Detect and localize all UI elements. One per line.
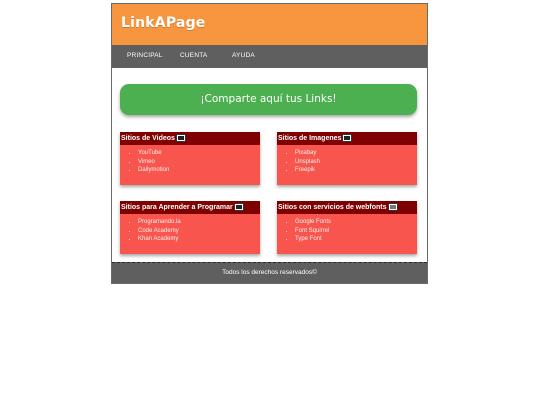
link-unsplash[interactable]: Unsplash bbox=[295, 158, 320, 167]
card-header: Sitios de Videos bbox=[120, 132, 260, 145]
card-title: Sitios con servicios de webfonts bbox=[278, 204, 387, 211]
card-header: Sitios para Aprender a Programar bbox=[120, 201, 260, 214]
link-type-font[interactable]: Type Font bbox=[295, 235, 331, 244]
card-programar: Sitios para Aprender a Programar Program… bbox=[120, 201, 260, 254]
site-footer: Todos los derechos reservados© bbox=[112, 262, 427, 283]
link-freepik[interactable]: Freepik bbox=[295, 166, 320, 175]
link-khan-academy[interactable]: Khan Academy bbox=[138, 235, 181, 244]
link-list: Pixabay Unsplash Freepik bbox=[277, 149, 320, 175]
card-webfonts: Sitios con servicios de webfonts Google … bbox=[277, 201, 417, 254]
link-dailymotion[interactable]: Dailymotion bbox=[138, 166, 169, 175]
site-logo[interactable]: LinkAPage bbox=[121, 15, 205, 31]
footer-text: Todos los derechos reservados© bbox=[222, 269, 317, 276]
link-programando[interactable]: Programando.la bbox=[138, 218, 181, 227]
card-header: Sitios de Imagenes bbox=[277, 132, 417, 145]
video-image-icon bbox=[175, 134, 186, 143]
link-code-academy[interactable]: Code Academy bbox=[138, 227, 181, 236]
card-title: Sitios de Videos bbox=[121, 135, 175, 142]
nav-item-ayuda[interactable]: AYUDA bbox=[232, 52, 255, 59]
card-videos: Sitios de Videos YouTube Vimeo Dailymoti… bbox=[120, 132, 260, 185]
link-youtube[interactable]: YouTube bbox=[138, 149, 169, 158]
link-list: YouTube Vimeo Dailymotion bbox=[120, 149, 169, 175]
images-image-icon bbox=[342, 134, 353, 143]
nav-item-cuenta[interactable]: CUENTA bbox=[180, 52, 207, 59]
main-nav: PRINCIPAL CUENTA AYUDA bbox=[112, 45, 427, 68]
share-links-banner[interactable]: ¡Comparte aquí tus Links! bbox=[120, 84, 417, 115]
link-vimeo[interactable]: Vimeo bbox=[138, 158, 169, 167]
link-list: Google Fonts Font Squirrel Type Font bbox=[277, 218, 331, 244]
card-header: Sitios con servicios de webfonts bbox=[277, 201, 417, 214]
link-list: Programando.la Code Academy Khan Academy bbox=[120, 218, 181, 244]
webfonts-image-icon bbox=[387, 203, 398, 212]
nav-item-principal[interactable]: PRINCIPAL bbox=[127, 52, 163, 59]
link-pixabay[interactable]: Pixabay bbox=[295, 149, 320, 158]
programming-image-icon bbox=[233, 203, 244, 212]
card-title: Sitios de Imagenes bbox=[278, 135, 342, 142]
card-title: Sitios para Aprender a Programar bbox=[121, 204, 233, 211]
page-container: LinkAPage PRINCIPAL CUENTA AYUDA ¡Compar… bbox=[111, 3, 428, 284]
card-imagenes: Sitios de Imagenes Pixabay Unsplash Free… bbox=[277, 132, 417, 185]
link-google-fonts[interactable]: Google Fonts bbox=[295, 218, 331, 227]
link-font-squirrel[interactable]: Font Squirrel bbox=[295, 227, 331, 236]
site-header: LinkAPage bbox=[112, 4, 427, 45]
